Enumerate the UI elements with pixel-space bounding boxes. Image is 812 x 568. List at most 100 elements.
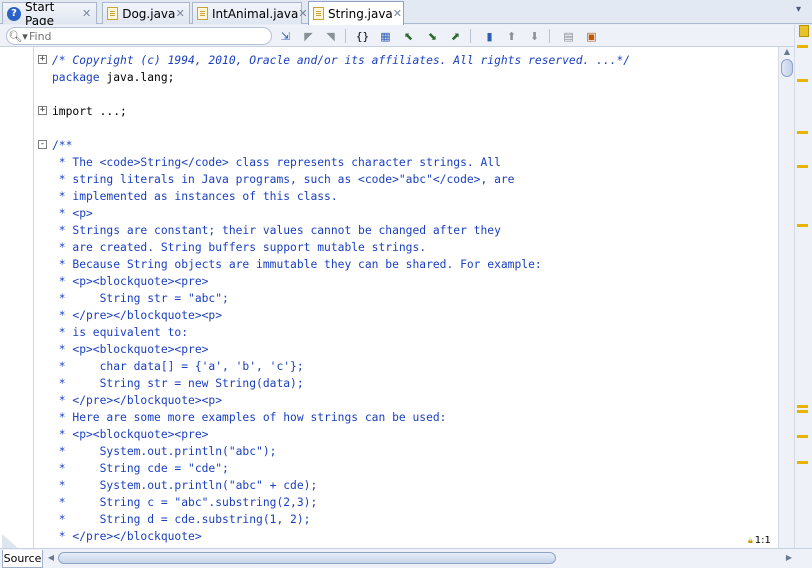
stripe-mark[interactable] xyxy=(797,410,808,413)
code-line[interactable]: * is equivalent to: xyxy=(0,324,778,341)
code-line[interactable]: * String c = "abc".substring(2,3); xyxy=(0,494,778,511)
toggle-highlight-icon[interactable]: ⬈ xyxy=(447,28,464,44)
code-line[interactable]: * </pre></blockquote><p> xyxy=(0,392,778,409)
code-text: * string literals in Java programs, such… xyxy=(52,173,515,186)
expand-fold-icon[interactable]: + xyxy=(38,55,47,64)
code-line[interactable]: * String cde = "cde"; xyxy=(0,460,778,477)
code-line[interactable] xyxy=(0,86,778,103)
code-text: * System.out.println("abc"); xyxy=(52,445,277,458)
code-line[interactable]: * String str = "abc"; xyxy=(0,290,778,307)
code-line[interactable]: * <p><blockquote><pre> xyxy=(0,426,778,443)
vertical-scrollbar[interactable]: ▲ xyxy=(778,47,794,549)
stripe-mark[interactable] xyxy=(797,461,808,464)
code-line[interactable]: * <p> xyxy=(0,205,778,222)
code-text: * implemented as instances of this class… xyxy=(52,190,338,203)
tab-intanimal-java[interactable]: IntAnimal.java ✕ xyxy=(192,2,308,24)
search-icon[interactable]: 🔍︎▾ xyxy=(7,28,29,44)
caret-position: 🔒︎ 1:1 xyxy=(748,534,794,548)
collapse-fold-icon[interactable]: - xyxy=(38,140,47,149)
stripe-mark[interactable] xyxy=(797,435,808,438)
code-text: * Here are some more examples of how str… xyxy=(52,411,447,424)
forward-icon[interactable]: ◥ xyxy=(322,28,339,44)
tab-list-dropdown-icon[interactable]: ▾ xyxy=(796,4,801,15)
code-line[interactable]: * Because String objects are immutable t… xyxy=(0,256,778,273)
code-line[interactable] xyxy=(0,120,778,137)
code-text: * String d = cde.substring(1, 2); xyxy=(52,513,311,526)
start-macro-icon[interactable]: ▤ xyxy=(560,28,577,44)
code-text: * String cde = "cde"; xyxy=(52,462,229,475)
stripe-mark[interactable] xyxy=(797,131,808,134)
tab-label: IntAnimal.java xyxy=(212,6,299,21)
code-line[interactable]: + import ...; xyxy=(0,103,778,120)
close-icon[interactable]: ✕ xyxy=(81,7,92,20)
code-text: * <p> xyxy=(52,207,93,220)
code-text: /** xyxy=(52,139,73,152)
code-line[interactable]: * </pre></blockquote><p> xyxy=(0,307,778,324)
stripe-mark[interactable] xyxy=(797,165,808,168)
code-line[interactable]: * String d = cde.substring(1, 2); xyxy=(0,511,778,528)
code-line[interactable]: package java.lang; xyxy=(0,69,778,86)
code-text: * <p><blockquote><pre> xyxy=(52,343,209,356)
previous-bookmark-icon[interactable]: ⬆ xyxy=(503,28,520,44)
code-text: * char data[] = {'a', 'b', 'c'}; xyxy=(52,360,304,373)
help-icon: ? xyxy=(7,6,21,21)
close-icon[interactable]: ✕ xyxy=(393,7,402,20)
tab-start-page[interactable]: ? Start Page ✕ xyxy=(2,0,97,28)
toggle-rectangular-selection-icon[interactable]: ▮ xyxy=(481,28,498,44)
find-selection-icon[interactable]: ▦ xyxy=(377,28,394,44)
scrollbar-thumb[interactable] xyxy=(781,59,793,77)
tab-dog-java[interactable]: Dog.java ✕ xyxy=(102,2,190,24)
back-icon[interactable]: ◤ xyxy=(300,28,317,44)
code-line[interactable]: * are created. String buffers support mu… xyxy=(0,239,778,256)
caret-position-text: 1:1 xyxy=(754,535,771,546)
error-stripe[interactable] xyxy=(794,25,812,549)
stripe-mark[interactable] xyxy=(797,405,808,408)
scroll-left-icon[interactable]: ◀ xyxy=(46,551,56,565)
stripe-mark[interactable] xyxy=(797,45,808,48)
find-previous-icon[interactable]: ⬉ xyxy=(400,28,417,44)
toggle-bookmark-icon[interactable]: {} xyxy=(354,28,371,44)
editor-toolbar: 🔍︎▾ ⇲ ◤ ◥ {} ▦ ⬉ ⬊ ⬈ ▮ ⬆ ⬇ ▤ ▣ xyxy=(0,25,812,47)
code-editor[interactable]: + /* Copyright (c) 1994, 2010, Oracle and… xyxy=(0,47,778,549)
last-edit-icon[interactable]: ⇲ xyxy=(277,28,294,44)
scroll-right-icon[interactable]: ▶ xyxy=(784,551,794,565)
warning-status-icon[interactable] xyxy=(799,25,809,37)
code-line[interactable]: * System.out.println("abc"); xyxy=(0,443,778,460)
code-line[interactable]: * char data[] = {'a', 'b', 'c'}; xyxy=(0,358,778,375)
code-line[interactable]: * <p><blockquote><pre> xyxy=(0,273,778,290)
lock-icon: 🔒︎ xyxy=(748,536,753,546)
code-line[interactable]: * Here are some more examples of how str… xyxy=(0,409,778,426)
find-next-icon[interactable]: ⬊ xyxy=(424,28,441,44)
code-line[interactable]: * string literals in Java programs, such… xyxy=(0,171,778,188)
code-line[interactable]: * The <code>String</code> class represen… xyxy=(0,154,778,171)
code-text: * <p><blockquote><pre> xyxy=(52,275,209,288)
java-file-icon xyxy=(107,7,119,21)
horizontal-scrollbar[interactable]: ◀ ▶ xyxy=(46,551,794,565)
stripe-mark[interactable] xyxy=(797,224,808,227)
tab-source[interactable]: Source xyxy=(2,550,43,568)
stop-macro-icon[interactable]: ▣ xyxy=(583,28,600,44)
expand-fold-icon[interactable]: + xyxy=(38,106,47,115)
scroll-up-icon[interactable]: ▲ xyxy=(782,47,792,57)
code-line[interactable]: * Strings are constant; their values can… xyxy=(0,222,778,239)
code-line[interactable]: + /* Copyright (c) 1994, 2010, Oracle and… xyxy=(0,52,778,69)
toolbar-separator xyxy=(470,29,471,43)
code-line[interactable]: -/** xyxy=(0,137,778,154)
scrollbar-thumb[interactable] xyxy=(58,552,556,564)
find-input[interactable] xyxy=(29,29,259,43)
close-icon[interactable]: ✕ xyxy=(175,7,185,20)
code-text: package java.lang; xyxy=(52,71,175,84)
code-line[interactable]: * <p><blockquote><pre> xyxy=(0,341,778,358)
next-bookmark-icon[interactable]: ⬇ xyxy=(526,28,543,44)
stripe-mark[interactable] xyxy=(797,79,808,82)
code-text: * String str = new String(data); xyxy=(52,377,304,390)
code-line[interactable]: * String str = new String(data); xyxy=(0,375,778,392)
java-file-icon xyxy=(197,7,208,21)
code-text: * are created. String buffers support mu… xyxy=(52,241,427,254)
tab-string-java[interactable]: String.java ✕ xyxy=(308,1,404,25)
code-text: * </pre></blockquote><p> xyxy=(52,309,223,322)
code-line[interactable]: * System.out.println("abc" + cde); xyxy=(0,477,778,494)
code-line[interactable]: * implemented as instances of this class… xyxy=(0,188,778,205)
close-icon[interactable]: ✕ xyxy=(298,7,307,20)
tab-label: Start Page xyxy=(25,0,55,28)
